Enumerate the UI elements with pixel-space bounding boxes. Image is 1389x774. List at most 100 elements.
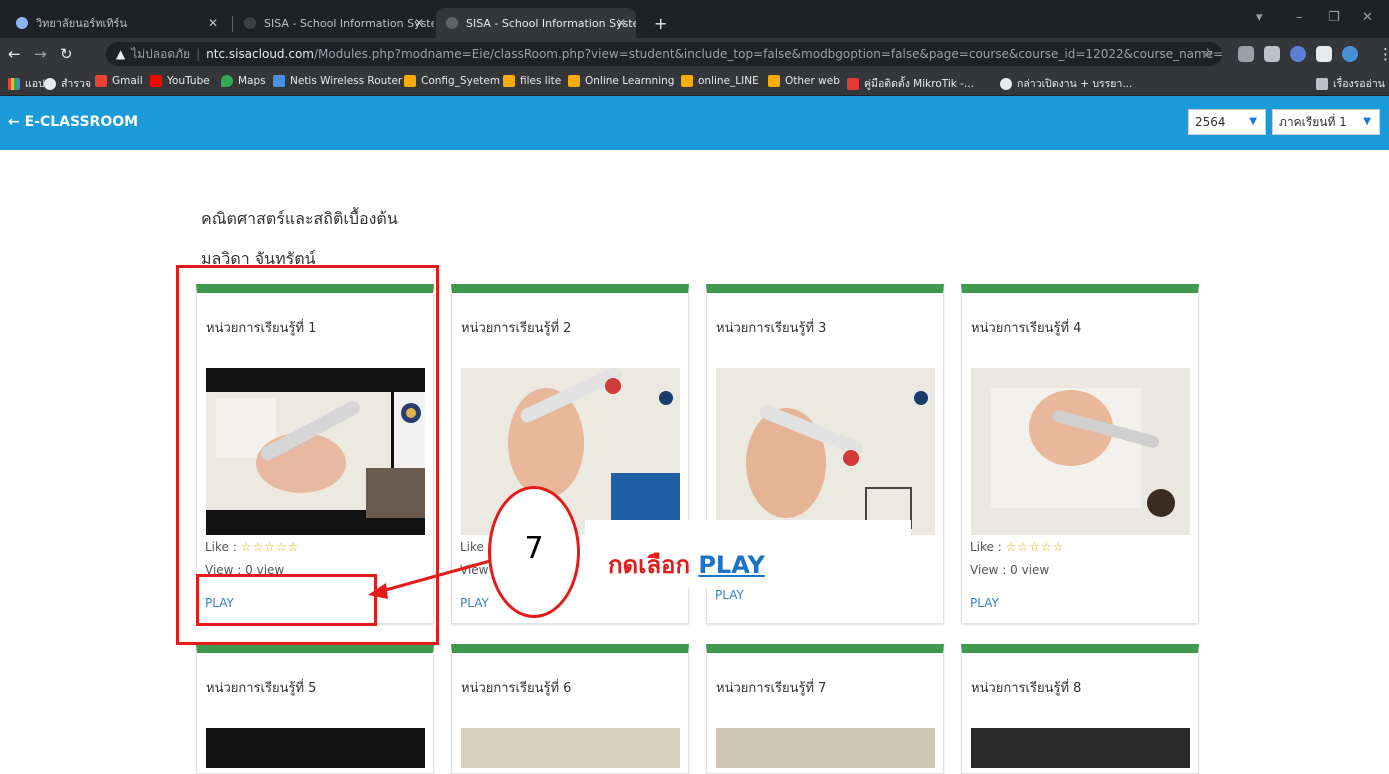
video-thumbnail[interactable]	[716, 368, 935, 535]
tab-title: วิทยาลัยนอร์ทเทิร์น	[36, 17, 127, 30]
globe-icon	[1000, 77, 1012, 90]
tab-close-icon[interactable]: ✕	[616, 16, 626, 30]
bookmark-item[interactable]: Gmail	[95, 75, 143, 87]
sisa-logo-icon	[847, 77, 859, 90]
folder-icon	[404, 75, 416, 87]
bookmark-item[interactable]: YouTube	[150, 75, 210, 87]
reading-list-icon	[1316, 77, 1328, 90]
like-label: Like :	[460, 540, 492, 554]
back-arrow-icon[interactable]: ←	[8, 44, 21, 64]
lesson-card: หน่วยการเรียนรู้ที่ 5	[196, 644, 434, 774]
site-favicon-icon	[16, 17, 28, 29]
tab-title: SISA - School Information Syste	[264, 16, 434, 30]
not-secure-label: ไม่ปลอดภัย	[131, 46, 191, 61]
lesson-title: หน่วยการเรียนรู้ที่ 5	[206, 681, 317, 696]
video-thumbnail-image	[716, 368, 935, 535]
forward-arrow-icon[interactable]: →	[34, 44, 47, 64]
bookmarks-bar: แอป สำรวจ Gmail YouTube Maps Netis Wirel…	[0, 70, 1389, 96]
bookmark-item[interactable]: Netis Wireless Router	[273, 75, 402, 87]
pointer-arrow-icon	[368, 559, 491, 599]
browser-toolbar: ← → ↻ ▲ ไม่ปลอดภัย | ntc.sisacloud.com /…	[0, 38, 1389, 70]
lesson-card: หน่วยการเรียนรู้ที่ 6	[451, 644, 689, 774]
bookmark-star-icon[interactable]: ☆	[1202, 44, 1214, 64]
play-link[interactable]: PLAY	[970, 596, 999, 610]
play-link[interactable]: PLAY	[715, 588, 744, 602]
close-window-icon[interactable]: ✕	[1362, 10, 1373, 25]
video-thumbnail[interactable]	[971, 728, 1190, 768]
apps-grid-icon	[8, 77, 20, 90]
folder-icon	[568, 75, 580, 87]
tab-close-icon[interactable]: ✕	[414, 16, 424, 30]
bookmark-item[interactable]: คู่มือติดตั้ง MikroTik -...	[847, 75, 974, 92]
bookmark-item[interactable]: Maps	[221, 75, 266, 87]
video-thumbnail[interactable]	[461, 728, 680, 768]
new-tab-button[interactable]: +	[646, 8, 676, 38]
video-thumbnail[interactable]	[206, 728, 425, 768]
tab-separator	[232, 16, 233, 32]
star-rating-icon[interactable]: ☆☆☆☆☆	[1006, 540, 1065, 554]
instruction-play-link: PLAY	[698, 551, 765, 579]
extension-icon[interactable]	[1238, 46, 1254, 62]
youtube-icon	[150, 75, 162, 87]
tab-close-icon[interactable]: ✕	[208, 16, 218, 30]
url-path: /Modules.php?modname=Eie/classRoom.php?v…	[314, 46, 1222, 61]
address-bar[interactable]: ▲ ไม่ปลอดภัย | ntc.sisacloud.com /Module…	[106, 42, 1222, 66]
instruction-label: กดเลือก	[608, 551, 690, 579]
semester-select[interactable]: ภาคเรียนที่ 1 ▼	[1272, 109, 1380, 135]
bookmark-label: Maps	[238, 75, 266, 87]
more-menu-icon[interactable]: ⋮	[1378, 44, 1389, 64]
bookmark-label: Gmail	[112, 75, 143, 87]
bookmark-folder[interactable]: Config_Syetem	[404, 75, 500, 87]
extension-icon[interactable]	[1290, 46, 1306, 62]
video-thumbnail-image	[971, 368, 1190, 535]
minimize-icon[interactable]: –	[1296, 10, 1303, 25]
bookmark-folder[interactable]: Other web	[768, 75, 840, 87]
bookmark-label: online_LINE	[698, 75, 759, 87]
video-thumbnail[interactable]	[716, 728, 935, 768]
year-value: 2564	[1195, 115, 1226, 129]
browser-tab[interactable]: วิทยาลัยนอร์ทเทิร์น ✕	[6, 8, 228, 38]
address-separator: |	[196, 47, 201, 61]
video-thumbnail[interactable]	[971, 368, 1190, 535]
bookmark-folder[interactable]: Online Learnning	[568, 75, 674, 87]
bookmark-label: YouTube	[167, 75, 210, 87]
url-host: ntc.sisacloud.com	[206, 47, 314, 61]
restore-icon[interactable]: ❐	[1328, 10, 1340, 25]
reload-icon[interactable]: ↻	[60, 44, 73, 64]
bookmark-label: เรื่องรออ่าน	[1333, 78, 1385, 90]
lesson-title: หน่วยการเรียนรู้ที่ 6	[461, 681, 572, 696]
back-button[interactable]: ← E-CLASSROOM	[8, 114, 138, 130]
bookmark-apps[interactable]: แอป	[8, 75, 45, 92]
lesson-title: หน่วยการเรียนรู้ที่ 4	[971, 321, 1082, 336]
browser-tab[interactable]: SISA - School Information Syste ✕	[234, 8, 434, 38]
back-arrow-icon: ←	[8, 114, 20, 130]
profile-avatar[interactable]	[1342, 46, 1358, 62]
step-number: 7	[524, 531, 544, 566]
bookmark-label: แอป	[25, 78, 45, 90]
year-select[interactable]: 2564 ▼	[1188, 109, 1266, 135]
video-thumbnail-image	[461, 368, 680, 535]
chevron-down-icon: ▼	[1363, 116, 1371, 127]
video-thumbnail[interactable]	[461, 368, 680, 535]
bookmark-item[interactable]: กล่าวเปิดงาน + บรรยา...	[1000, 75, 1132, 92]
highlight-play-box	[196, 574, 377, 626]
bookmark-item[interactable]: สำรวจ	[44, 75, 91, 92]
maps-pin-icon	[221, 75, 233, 87]
like-label: Like :	[970, 540, 1002, 554]
folder-icon	[503, 75, 515, 87]
semester-value: ภาคเรียนที่ 1	[1279, 114, 1347, 129]
like-rating: Like : ☆☆☆☆☆	[970, 540, 1064, 554]
bookmark-label: สำรวจ	[61, 78, 91, 90]
lesson-card: หน่วยการเรียนรู้ที่ 4 Like : ☆☆☆☆☆ View …	[961, 284, 1199, 624]
bookmark-folder[interactable]: online_LINE	[681, 75, 759, 87]
bookmark-folder[interactable]: files lite	[503, 75, 561, 87]
extension-icon[interactable]	[1264, 46, 1280, 62]
reading-list[interactable]: เรื่องรออ่าน	[1316, 75, 1385, 92]
globe-icon	[44, 77, 56, 90]
tab-search-icon[interactable]: ▾	[1256, 10, 1263, 25]
browser-tab-active[interactable]: SISA - School Information Syste ✕	[436, 8, 636, 38]
site-favicon-icon	[244, 17, 256, 29]
browser-tab-bar: วิทยาลัยนอร์ทเทิร์น ✕ SISA - School Info…	[0, 0, 1389, 38]
netis-icon	[273, 75, 285, 87]
extensions-puzzle-icon[interactable]	[1316, 46, 1332, 62]
